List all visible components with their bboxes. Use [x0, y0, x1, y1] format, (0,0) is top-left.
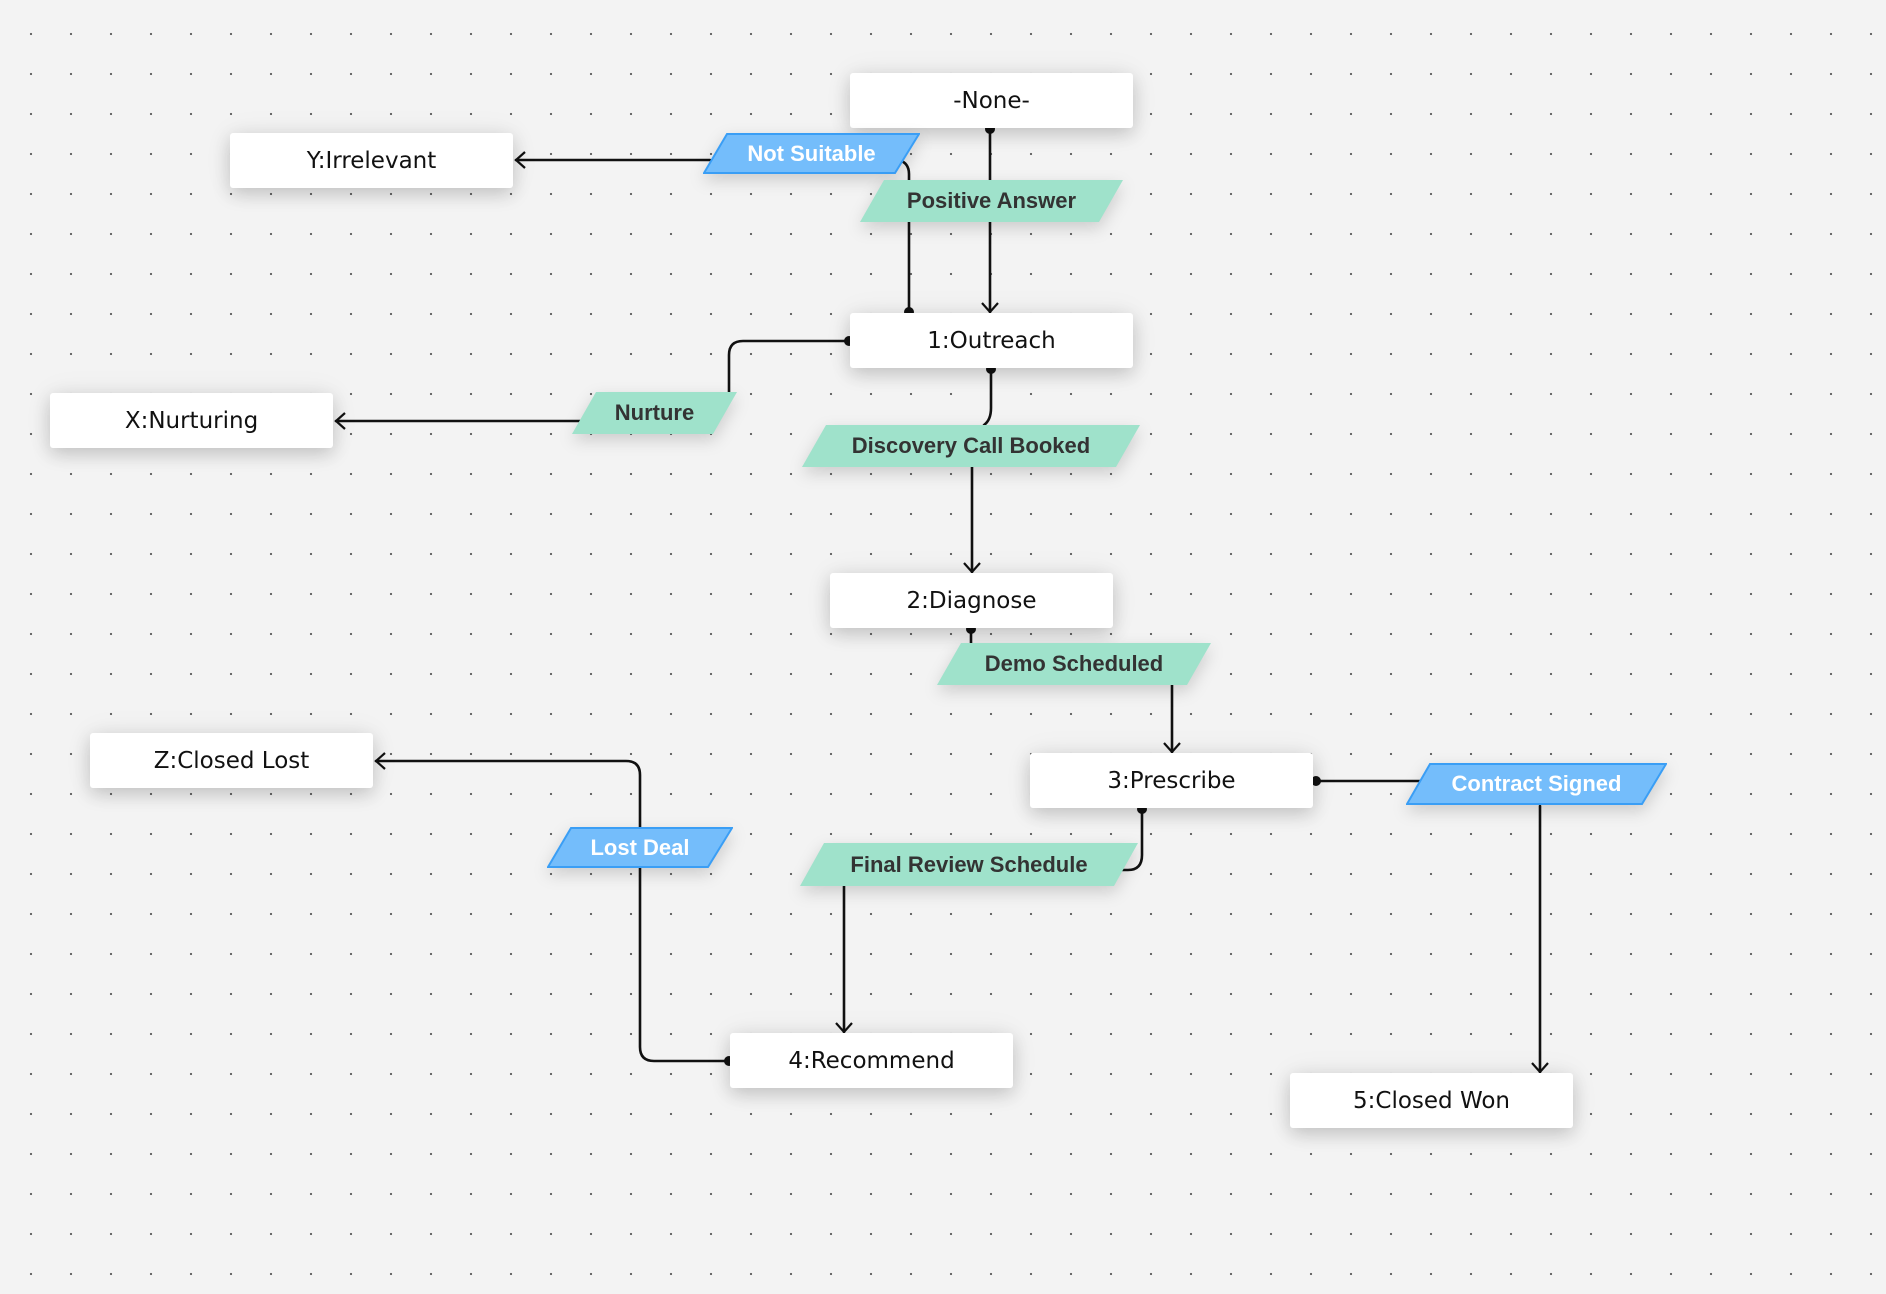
node-outreach[interactable]: 1:Outreach — [850, 313, 1133, 368]
node-recommend[interactable]: 4:Recommend — [730, 1033, 1013, 1088]
node-closed-lost[interactable]: Z:Closed Lost — [90, 733, 373, 788]
transition-label: Positive Answer — [906, 188, 1077, 213]
transition-not-suitable[interactable]: Not Suitable — [703, 133, 920, 174]
transition-positive-answer[interactable]: Positive Answer — [860, 180, 1123, 222]
node-nurturing[interactable]: X:Nurturing — [50, 393, 333, 448]
transition-label: Discovery Call Booked — [851, 433, 1091, 458]
transition-discovery-call-booked[interactable]: Discovery Call Booked — [802, 425, 1140, 467]
transition-nurture[interactable]: Nurture — [572, 392, 737, 434]
transition-label: Contract Signed — [1451, 771, 1622, 796]
transition-label: Not Suitable — [747, 140, 876, 166]
node-closed-won[interactable]: 5:Closed Won — [1290, 1073, 1573, 1128]
transition-label: Lost Deal — [590, 834, 690, 860]
transition-lost-deal[interactable]: Lost Deal — [547, 827, 733, 868]
transition-demo-scheduled[interactable]: Demo Scheduled — [937, 643, 1211, 685]
edge-lost-deal[interactable] — [374, 752, 642, 829]
node-prescribe[interactable]: 3:Prescribe — [1030, 753, 1313, 808]
edge-discovery-upper[interactable] — [982, 367, 993, 427]
node-diagnose[interactable]: 2:Diagnose — [830, 573, 1113, 628]
transition-label: Final Review Schedule — [850, 851, 1088, 877]
transition-final-review-schedule[interactable]: Final Review Schedule — [800, 843, 1138, 886]
node-irrelevant[interactable]: Y:Irrelevant — [230, 133, 513, 188]
edge-nurture-upper[interactable] — [727, 339, 851, 397]
transition-label: Nurture — [614, 400, 695, 425]
transition-contract-signed[interactable]: Contract Signed — [1406, 763, 1667, 805]
transition-label: Demo Scheduled — [984, 651, 1164, 676]
edge-lost-deal-lower[interactable] — [638, 866, 731, 1063]
node-none[interactable]: -None- — [850, 73, 1133, 128]
